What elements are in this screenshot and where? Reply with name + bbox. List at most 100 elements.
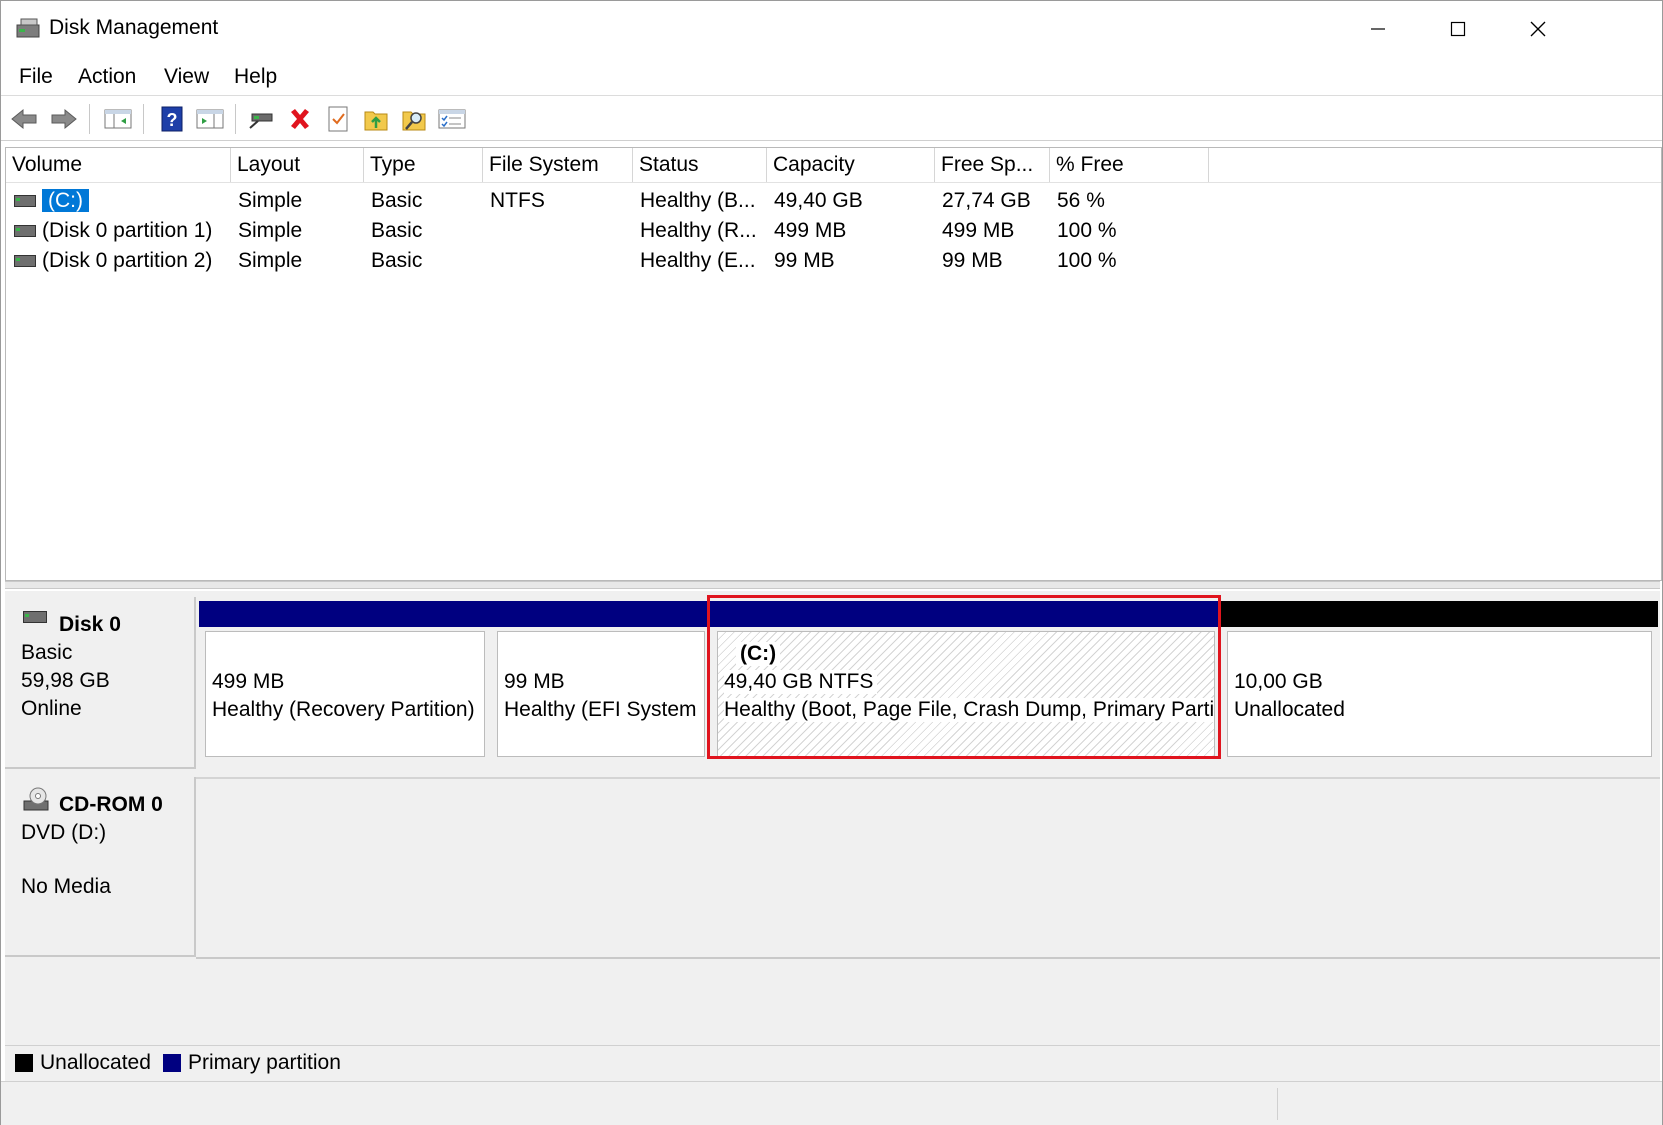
volume-row-partition-2[interactable]: (Disk 0 partition 2) Simple Basic Health… (6, 246, 1661, 276)
column-header-file-system[interactable]: File System (483, 148, 633, 182)
menu-view[interactable]: View (164, 65, 209, 89)
help-button[interactable]: ? (157, 104, 187, 134)
show-hide-console-tree-button[interactable] (103, 104, 133, 134)
volume-list: Volume Layout Type File System Status Ca… (5, 147, 1662, 581)
status-cell: Healthy (B... (640, 189, 756, 212)
status-bar (1, 1081, 1662, 1125)
capacity-cell: 99 MB (774, 249, 835, 272)
disk-size: 59,98 GB (21, 669, 110, 692)
partition-unallocated[interactable]: 10,00 GB Unallocated (1221, 601, 1658, 763)
legend-unallocated-label: Unallocated (40, 1051, 151, 1074)
delete-button[interactable] (285, 104, 315, 134)
back-button[interactable] (9, 104, 39, 134)
type-cell: Basic (371, 249, 423, 272)
menu-file[interactable]: File (19, 65, 53, 89)
percent-free-cell: 56 % (1057, 189, 1105, 212)
menu-bar: File Action View Help (1, 57, 1662, 95)
legend-unallocated-swatch (15, 1054, 33, 1072)
volume-row-partition-1[interactable]: (Disk 0 partition 1) Simple Basic Health… (6, 216, 1661, 246)
search-folder-icon (402, 111, 426, 131)
maximize-button[interactable] (1418, 1, 1498, 57)
percent-free-cell: 100 % (1057, 219, 1117, 242)
partition-body: 10,00 GB Unallocated (1227, 631, 1652, 757)
file-system-cell: NTFS (490, 189, 545, 212)
partition-recovery[interactable]: 499 MB Healthy (Recovery Partition) (199, 601, 491, 763)
column-header-percent-free[interactable]: % Free (1050, 148, 1209, 182)
list-header: Volume Layout Type File System Status Ca… (6, 148, 1661, 183)
legend: Unallocated Primary partition (5, 1045, 1660, 1078)
partition-body: 499 MB Healthy (Recovery Partition) (205, 631, 485, 757)
forward-icon (51, 108, 77, 130)
cdrom-status: No Media (21, 875, 111, 898)
column-header-layout[interactable]: Layout (231, 148, 364, 182)
capacity-cell: 499 MB (774, 219, 847, 242)
type-cell: Basic (371, 189, 423, 212)
cdrom-type: DVD (D:) (21, 821, 107, 844)
menu-action[interactable]: Action (78, 65, 136, 89)
unallocated-bar (1221, 601, 1658, 627)
disk-name: Disk 0 (59, 613, 121, 636)
layout-cell: Simple (238, 249, 303, 272)
drive-icon (14, 225, 36, 237)
settings-list-button[interactable] (437, 104, 467, 134)
show-hide-console-tree-icon (104, 109, 132, 129)
layout-cell: Simple (238, 189, 303, 212)
cd-drive-icon (23, 787, 49, 811)
column-header-type[interactable]: Type (364, 148, 483, 182)
volume-name[interactable]: (Disk 0 partition 2) (42, 246, 212, 276)
toolbar-separator (235, 104, 236, 134)
partition-size: 10,00 GB (1234, 670, 1323, 693)
pane-splitter[interactable] (5, 581, 1660, 589)
help-icon: ? (161, 106, 183, 132)
partition-size: 499 MB (212, 670, 285, 693)
free-space-cell: 99 MB (942, 249, 1003, 272)
partition-size: 99 MB (504, 670, 565, 693)
settings-list-icon (438, 109, 466, 129)
volume-name[interactable]: (Disk 0 partition 1) (42, 216, 212, 246)
checkmark-doc-icon (328, 106, 348, 132)
search-folder-button[interactable] (399, 104, 429, 134)
partition-status: Unallocated (1234, 698, 1345, 721)
toolbar-separator (89, 104, 90, 134)
disk-0-label[interactable]: Disk 0 Basic 59,98 GB Online (5, 597, 196, 769)
toolbar: ? (1, 95, 1662, 141)
minimize-button[interactable] (1338, 1, 1418, 57)
cdrom-0-label[interactable]: CD-ROM 0 DVD (D:) No Media (5, 777, 196, 957)
column-header-free-space[interactable]: Free Sp... (935, 148, 1050, 182)
column-header-status[interactable]: Status (633, 148, 767, 182)
close-icon (1530, 21, 1546, 37)
menu-help[interactable]: Help (234, 65, 277, 89)
disk-status: Online (21, 697, 82, 720)
volume-row-c[interactable]: (C:) Simple Basic NTFS Healthy (B... 49,… (6, 186, 1661, 216)
window-title: Disk Management (49, 16, 219, 39)
column-header-volume[interactable]: Volume (6, 148, 231, 182)
primary-partition-bar (199, 601, 491, 627)
properties-pane-button[interactable] (195, 104, 225, 134)
folder-up-icon (364, 111, 388, 131)
selection-highlight-frame (707, 595, 1221, 759)
disk-management-window: Disk Management File Action View Help ? (0, 0, 1663, 1125)
cdrom-0-media-area (196, 777, 1660, 959)
properties-pane-icon (196, 109, 224, 129)
back-icon (11, 108, 37, 130)
volume-name[interactable]: (C:) (42, 189, 89, 212)
type-cell: Basic (371, 219, 423, 242)
partition-status: Healthy (Recovery Partition) (212, 698, 475, 721)
close-button[interactable] (1498, 1, 1578, 57)
maximize-icon (1450, 21, 1466, 37)
drive-icon (14, 255, 36, 267)
layout-cell: Simple (238, 219, 303, 242)
checkmark-doc-button[interactable] (323, 104, 353, 134)
disk-type: Basic (21, 641, 73, 664)
cdrom-name: CD-ROM 0 (59, 793, 163, 816)
column-header-capacity[interactable]: Capacity (767, 148, 935, 182)
svg-text:?: ? (167, 110, 178, 130)
free-space-cell: 499 MB (942, 219, 1015, 242)
minimize-icon (1371, 28, 1385, 30)
drive-icon (14, 195, 36, 207)
legend-primary-label: Primary partition (188, 1051, 341, 1074)
connect-drive-button[interactable] (247, 104, 277, 134)
forward-button[interactable] (49, 104, 79, 134)
folder-up-button[interactable] (361, 104, 391, 134)
partition-efi[interactable]: 99 MB Healthy (EFI System (491, 601, 711, 763)
